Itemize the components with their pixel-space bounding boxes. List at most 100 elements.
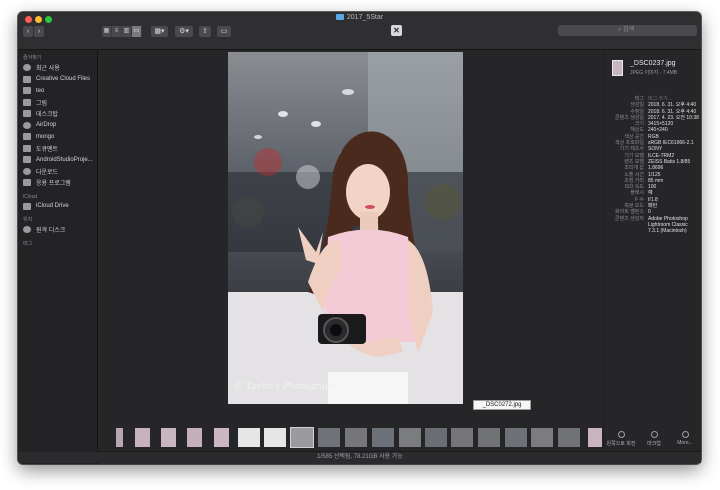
folder-icon [23, 110, 31, 118]
action-gear-button[interactable]: ⚙▾ [175, 26, 193, 37]
metadata-row: 콘텐츠 생성자 Adobe Photoshop Lightroom Classic… [604, 216, 701, 235]
sidebar-item-label: 그림 [36, 100, 48, 107]
sidebar-item[interactable]: 그림 [18, 97, 97, 109]
inspector-panel: _DSC0237.jpg JPEG 이미지 - 7.4MB 태그 태그 추가...… [603, 50, 701, 451]
apps-icon [23, 179, 31, 187]
thumbnail[interactable] [238, 428, 260, 447]
thumbnail[interactable] [425, 428, 447, 447]
icon-view-button[interactable]: ▦ [102, 26, 112, 37]
share-button[interactable]: ⇧ [199, 26, 211, 37]
tag-button[interactable]: ▭ [217, 26, 231, 37]
download-icon [23, 167, 31, 175]
rotate-left-icon [617, 431, 625, 438]
sidebar: 즐겨찾기최근 사용 Creative Cloud Files teo 그림데스크탑 Ai… [18, 50, 98, 464]
thumbnail[interactable] [318, 428, 340, 447]
preview-pane: © Taeho's Photography [98, 50, 603, 423]
disc-icon [23, 226, 31, 234]
thumbnail[interactable] [531, 428, 553, 447]
metadata-value: Adobe Photoshop Lightroom Classic 7.3.1 … [648, 215, 688, 235]
folder-icon [23, 75, 31, 83]
sidebar-section-header: iCloud [23, 193, 38, 200]
sidebar-item-label: teo [36, 87, 45, 94]
folder-icon [23, 144, 31, 152]
metadata-list: 태그 태그 추가... 생성일 2018. 6. 31. 오후 4:40 수정일 2018… [604, 96, 701, 235]
thumbnail[interactable] [588, 428, 602, 447]
markup-icon [650, 431, 658, 438]
file-thumbnail [612, 60, 623, 76]
sidebar-item[interactable]: 다운로드 [18, 166, 97, 178]
group-button[interactable]: ▦▾ [151, 26, 168, 37]
thumbnail-tooltip: _DSC0272.jpg [473, 400, 531, 410]
sidebar-item[interactable]: 도큐멘트 [18, 143, 97, 155]
window-title: 2017_5Star [18, 14, 701, 21]
sidebar-item-label: 원격 디스크 [36, 228, 66, 235]
folder-icon [23, 133, 31, 141]
thumbnail[interactable] [558, 428, 580, 447]
home-icon [23, 87, 31, 95]
forward-button[interactable]: › [34, 26, 44, 37]
sidebar-item-label: mongo [36, 133, 55, 140]
gallery-view-button[interactable]: ▭ [132, 26, 142, 37]
sidebar-item[interactable]: 응용 프로그램 [18, 177, 97, 189]
titlebar: 2017_5Star ‹ › ▦ ≡ ▥ ▭ ▦▾ ⚙▾ ⇧ ▭ ✕ ⌕ 검색 [18, 12, 701, 50]
thumbnail[interactable] [451, 428, 473, 447]
list-view-button[interactable]: ≡ [112, 26, 122, 37]
sidebar-item[interactable]: AndroidStudioProje... [18, 154, 97, 166]
close-tab-icon[interactable]: ✕ [391, 25, 402, 36]
thumbnail[interactable] [187, 428, 202, 447]
sidebar-item[interactable]: mongo [18, 131, 97, 143]
thumbnail[interactable] [214, 428, 229, 447]
thumbnail[interactable] [505, 428, 527, 447]
sidebar-item[interactable]: 최근 사용 [18, 62, 97, 74]
thumbnail[interactable] [264, 428, 286, 447]
thumbnail[interactable] [478, 428, 500, 447]
sidebar-item-label: 데스크탑 [36, 112, 59, 119]
more-icon [681, 431, 689, 438]
sidebar-item[interactable]: Creative Cloud Files [18, 74, 97, 86]
markup-button[interactable]: 마크업 [637, 431, 671, 447]
thumbnail[interactable] [161, 428, 176, 447]
sidebar-item[interactable]: 데스크탑 [18, 108, 97, 120]
watermark-text: © Taeho's Photography [234, 382, 342, 392]
thumbnail[interactable] [135, 428, 150, 447]
sidebar-item-label: iCloud Drive [36, 203, 69, 210]
folder-icon [335, 14, 344, 20]
cloud-icon [23, 202, 31, 210]
more-button[interactable]: More... [668, 431, 701, 446]
preview-image: © Taeho's Photography [228, 52, 463, 404]
sidebar-item[interactable]: 원격 디스크 [18, 224, 97, 236]
status-bar: 1/585 선택됨, 78.21GB 사용 가능 [19, 452, 701, 463]
thumbnail[interactable] [372, 428, 394, 447]
rotate-left-button[interactable]: 왼쪽으로 회전 [604, 431, 638, 447]
thumbnail[interactable] [290, 427, 314, 448]
thumbnail[interactable] [399, 428, 421, 447]
file-name: _DSC0237.jpg [630, 60, 676, 67]
thumbnail[interactable] [345, 428, 367, 447]
search-icon: ⌕ [618, 27, 622, 33]
thumbnail-strip [98, 423, 603, 451]
search-field[interactable]: ⌕ 검색 [558, 25, 697, 36]
sidebar-item[interactable]: iCloud Drive [18, 201, 97, 213]
sidebar-item-label: 다운로드 [36, 169, 59, 176]
metadata-key: 콘텐츠 생성자 [615, 215, 644, 222]
folder-icon [23, 156, 31, 164]
clock-icon [23, 64, 31, 72]
folder-icon [23, 98, 31, 106]
finder-window: 2017_5Star ‹ › ▦ ≡ ▥ ▭ ▦▾ ⚙▾ ⇧ ▭ ✕ ⌕ 검색 … [18, 12, 701, 464]
sidebar-section-header: 즐겨찾기 [23, 55, 42, 61]
sidebar-item-label: AirDrop [36, 122, 57, 129]
sidebar-item-label: 최근 사용 [36, 66, 60, 73]
sidebar-item[interactable]: AirDrop [18, 120, 97, 132]
sidebar-item-label: 도큐멘트 [36, 146, 59, 153]
back-button[interactable]: ‹ [23, 26, 33, 37]
photo-illustration [228, 52, 463, 404]
thumbnail[interactable] [116, 428, 123, 447]
sidebar-item-label: AndroidStudioProje... [36, 156, 93, 163]
sidebar-item-label: Creative Cloud Files [36, 76, 91, 83]
view-mode-segment: ▦ ≡ ▥ ▭ [102, 26, 142, 37]
file-kind-size: JPEG 이미지 - 7.4MB [630, 70, 678, 76]
sidebar-item[interactable]: teo [18, 85, 97, 97]
column-view-button[interactable]: ▥ [122, 26, 132, 37]
airdrop-icon [23, 121, 31, 129]
sidebar-item-label: 응용 프로그램 [36, 181, 71, 188]
